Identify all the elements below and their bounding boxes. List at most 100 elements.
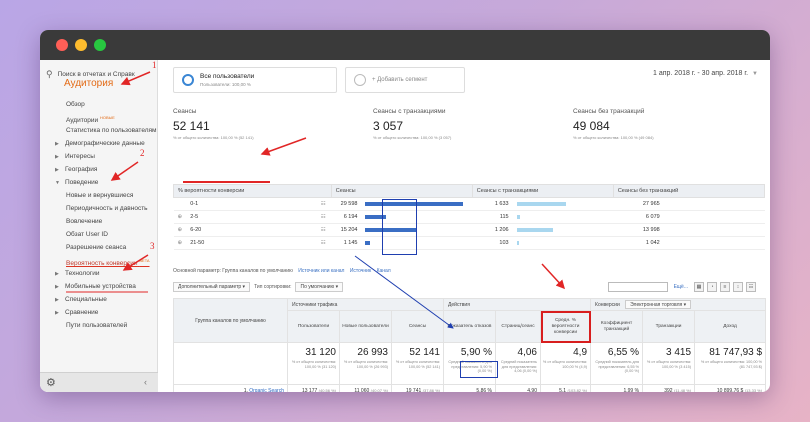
sidebar-item[interactable]: Пути пользователей (40, 319, 158, 332)
sidebar-item[interactable]: ▼ Поведение (40, 176, 158, 189)
sidebar: ⚲ Поиск в отчетах и Справк Аудитория Обз… (40, 60, 158, 392)
total-cell: 3 415 % от общего количества: 100,00 % (3… (642, 342, 696, 385)
sidebar-item[interactable]: ▶ География (40, 163, 158, 176)
dimension-link-source[interactable]: Источник (350, 268, 371, 274)
col-header-without-tx[interactable]: Сеансы без транзакций (612, 184, 766, 198)
chevron-down-icon: ▼ (752, 71, 758, 77)
row-chart-icon[interactable]: ☷ (315, 236, 332, 250)
sidebar-item[interactable]: Обзат User ID (40, 228, 158, 241)
sidebar-item[interactable]: ▶ Технологии (40, 267, 158, 280)
sidebar-item[interactable]: Новые и вернувшиеся (40, 189, 158, 202)
col-header-1[interactable]: Новые пользователи (339, 310, 392, 343)
without-tx-spacer (663, 223, 765, 237)
col-header-sessions[interactable]: Сеансы (330, 184, 473, 198)
dimension-link-source-medium[interactable]: Источник или канал (298, 268, 344, 274)
col-header-8[interactable]: Доход (694, 310, 767, 343)
dimension-link-medium[interactable]: Канал (377, 268, 391, 274)
expand-icon[interactable]: ⊕ (173, 236, 187, 250)
table-row[interactable]: ⊕ 2-5 ☷ 6 194 115 6 079 (173, 210, 765, 224)
sidebar-item-label: Новые и вернувшиеся (66, 192, 134, 199)
table-row[interactable]: ⊕ 21-50 ☷ 1 145 103 1 042 (173, 236, 765, 250)
col-header-0[interactable]: Пользователи (287, 310, 340, 343)
with-tx-value: 115 (472, 210, 513, 224)
sidebar-item[interactable]: Вероятность конверсии BETA (40, 254, 158, 267)
add-segment-label: + Добавить сегмент (372, 77, 428, 83)
sidebar-item-label: Аудитории (66, 117, 99, 124)
table-row[interactable]: ⊕ 6-20 ☷ 15 204 1 206 13 998 (173, 223, 765, 237)
date-range-picker[interactable]: 1 апр. 2018 г. - 30 апр. 2018 г. ▼ (653, 70, 758, 77)
sidebar-item[interactable]: ▶ Мобильные устройства (40, 280, 158, 293)
conversions-group: Конверсии Электронная торговля ▾ (590, 298, 767, 311)
sidebar-item[interactable]: Периодичность и давность (40, 202, 158, 215)
sidebar-item[interactable]: ▶ Специальные (40, 293, 158, 306)
maximize-window-button[interactable] (94, 39, 106, 51)
total-sub: Средний показатель для представления: 6,… (595, 360, 640, 373)
segment-all-users[interactable]: Все пользователи Пользователи: 100,00 % (173, 67, 337, 93)
segment-bar: Все пользователи Пользователи: 100,00 % … (173, 67, 465, 93)
with-tx-bar (516, 241, 520, 245)
view-pie-icon[interactable]: ◔ (707, 282, 717, 292)
col-header-2[interactable]: Сеансы (391, 310, 444, 343)
with-tx-bar (516, 215, 521, 219)
advanced-filter-link[interactable]: Ещё... (674, 284, 688, 290)
expand-icon[interactable]: ⊕ (173, 210, 187, 224)
with-tx-value: 1 633 (472, 197, 513, 211)
kpi-card: Сеансы с транзакциями 3 057 % от общего ко… (373, 108, 573, 140)
conversions-dropdown[interactable]: Электронная торговля ▾ (625, 300, 692, 309)
col-header-7[interactable]: Транзакции (642, 310, 696, 343)
view-compare-icon[interactable]: ↕ (733, 282, 743, 292)
kpi-label: Сеансы с транзакциями (373, 108, 446, 115)
sidebar-item[interactable]: Вовлечение (40, 215, 158, 228)
col-header-6[interactable]: Коэффициент транзакций (590, 310, 644, 343)
sidebar-item-label: География (65, 166, 98, 173)
primary-dimension-active[interactable]: Группа каналов по умолчанию (222, 268, 293, 274)
col-header-probability[interactable]: % вероятности конверсии (173, 184, 332, 198)
title-bar (40, 30, 770, 60)
chevron-left-icon[interactable]: ‹ (144, 377, 147, 387)
total-cell: 26 993 % от общего количества: 100,00 % (… (339, 342, 392, 385)
kpi-card: Сеансы 52 141 % от общего количества: 100,… (173, 108, 373, 140)
close-window-button[interactable] (56, 39, 68, 51)
sidebar-item-label: Вероятность конверсии (66, 260, 138, 267)
col-header-channel-group[interactable]: Группа каналов по умолчанию (173, 298, 288, 343)
with-tx-bar-cell (512, 236, 614, 250)
view-performance-icon[interactable]: ≡ (720, 282, 730, 292)
kpi-row: Сеансы 52 141 % от общего количества: 100,… (173, 108, 770, 140)
expand-icon[interactable] (173, 197, 187, 211)
col-header-4[interactable]: Страниц/сеанс (495, 310, 541, 343)
sidebar-item[interactable]: Обзор (40, 98, 158, 111)
section-title-audience[interactable]: Аудитория (64, 78, 113, 89)
probability-range: 2-5 (186, 210, 316, 224)
row-chart-icon[interactable]: ☷ (315, 197, 332, 211)
browser-window: ⚲ Поиск в отчетах и Справк Аудитория Обз… (40, 30, 770, 392)
minimize-window-button[interactable] (75, 39, 87, 51)
table-search-input[interactable] (607, 282, 668, 292)
channel-link[interactable]: Organic Search (249, 388, 284, 393)
col-header-with-tx[interactable]: Сеансы с транзакциями (471, 184, 614, 198)
col-header-5[interactable]: Средн. % вероятности конверсии (539, 310, 592, 343)
row-chart-icon[interactable]: ☷ (315, 223, 332, 237)
sidebar-item-label: Периодичность и давность (66, 205, 148, 212)
secondary-dimension-dropdown[interactable]: Дополнительный параметр ▾ (173, 282, 251, 292)
view-table-icon[interactable]: ▦ (694, 282, 704, 292)
sidebar-item-tag: НОВЫЕ (99, 115, 115, 120)
sort-type-dropdown[interactable]: По умолчанию ▾ (295, 282, 344, 292)
view-pivot-icon[interactable]: ☷ (746, 282, 756, 292)
channel-name-cell[interactable]: 1. Organic Search (173, 384, 288, 393)
without-tx-spacer (663, 236, 765, 250)
sidebar-item[interactable]: Статистика по пользователям (40, 124, 158, 137)
row-value: 1,99 % (623, 387, 640, 393)
table-row[interactable]: 0-1 ☷ 29 598 1 633 27 965 (173, 197, 765, 211)
sessions-value: 6 194 (331, 210, 362, 224)
col-header-3[interactable]: Показатель отказов (443, 310, 496, 343)
row-chart-icon[interactable]: ☷ (315, 210, 332, 224)
annotation-2: 2 (140, 148, 145, 158)
sidebar-item[interactable]: Аудитории НОВЫЕ (40, 111, 158, 124)
row-value: 13 177 (301, 387, 318, 393)
sidebar-item[interactable]: ▶ Сравнение (40, 306, 158, 319)
expand-icon[interactable]: ⊕ (173, 223, 187, 237)
sidebar-item[interactable]: Разрешение сеанса (40, 241, 158, 254)
add-segment-button[interactable]: + Добавить сегмент (345, 67, 465, 93)
caret-right-icon: ▶ (55, 141, 59, 147)
gear-icon[interactable]: ⚙ (46, 376, 56, 389)
